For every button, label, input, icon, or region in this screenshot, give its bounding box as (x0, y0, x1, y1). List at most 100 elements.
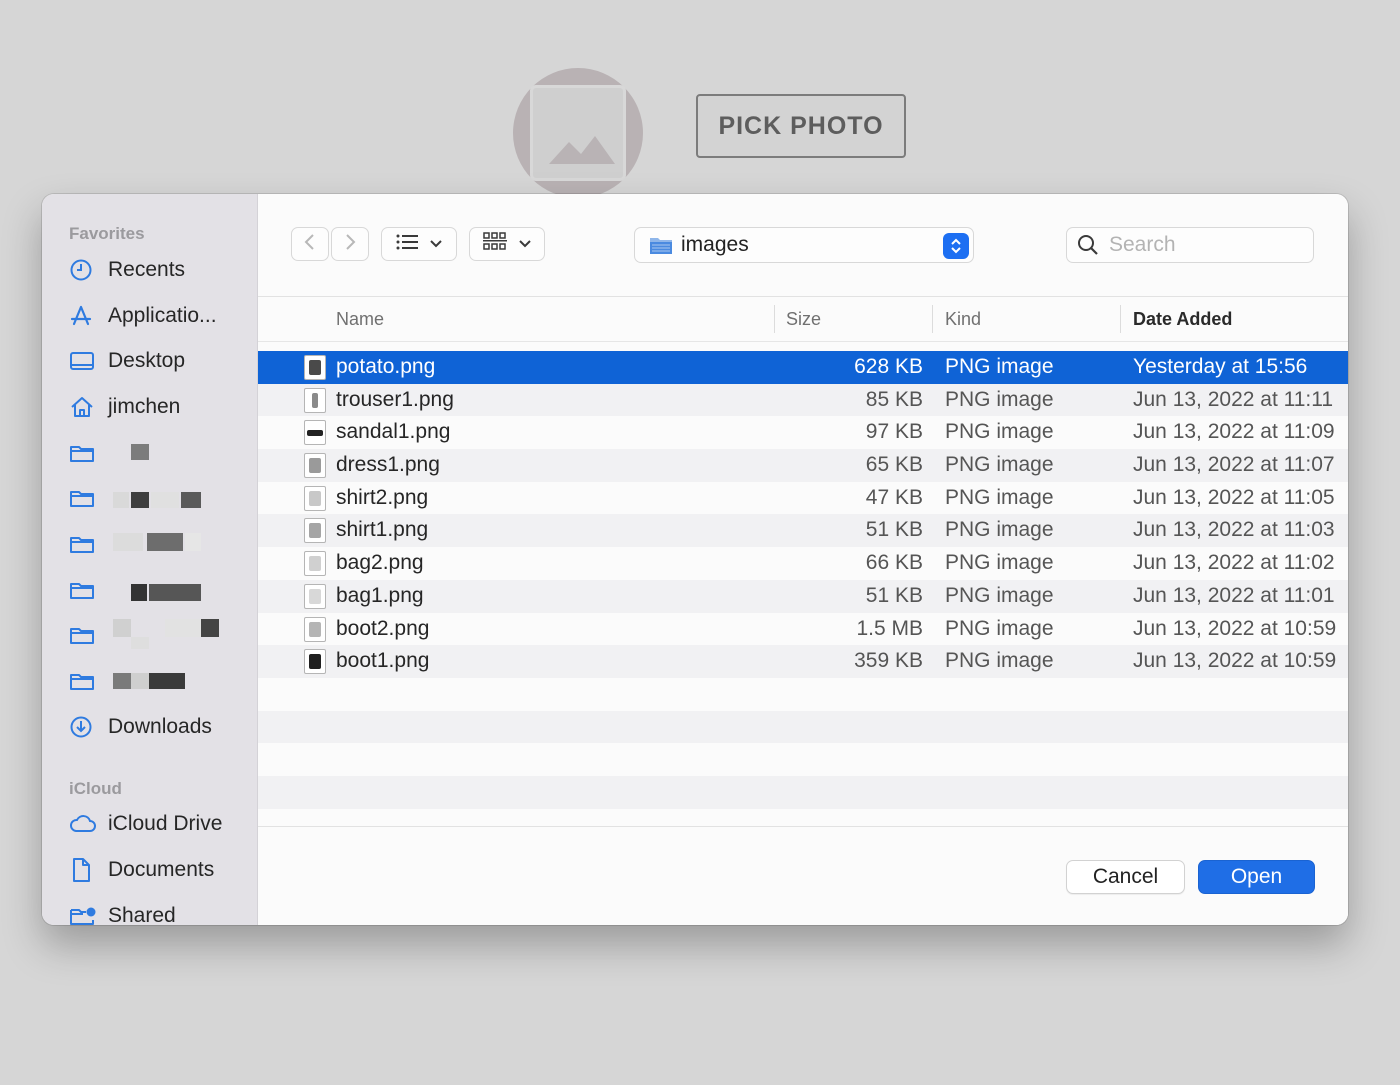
file-date: Jun 13, 2022 at 11:01 (1133, 583, 1335, 607)
file-row[interactable]: shirt1.png 51 KB PNG image Jun 13, 2022 … (258, 514, 1348, 548)
column-name[interactable]: Name (336, 309, 384, 330)
search-input[interactable] (1109, 233, 1299, 257)
chevron-down-icon (430, 235, 442, 253)
sidebar-item-label: Documents (108, 858, 215, 881)
sidebar-item-applications[interactable]: Applicatio... (69, 300, 254, 332)
file-row[interactable]: shirt2.png 47 KB PNG image Jun 13, 2022 … (258, 482, 1348, 515)
file-row[interactable]: potato.png 628 KB PNG image Yesterday at… (258, 351, 1348, 384)
folder-icon (69, 485, 99, 511)
blurred-label (131, 444, 149, 460)
desktop-icon (69, 348, 99, 374)
png-thumbnail-icon (304, 420, 326, 446)
file-kind: PNG image (945, 453, 1054, 477)
blurred-label (131, 492, 149, 508)
sidebar-item-home[interactable]: jimchen (69, 391, 254, 423)
blurred-label (131, 673, 149, 689)
column-kind[interactable]: Kind (945, 309, 981, 330)
back-button[interactable] (291, 227, 329, 261)
blurred-label (181, 492, 201, 508)
open-button[interactable]: Open (1198, 860, 1315, 894)
column-date-added[interactable]: Date Added (1133, 309, 1232, 330)
pick-photo-button[interactable]: PICK PHOTO (696, 94, 906, 158)
cancel-button[interactable]: Cancel (1066, 860, 1185, 894)
forward-button[interactable] (331, 227, 369, 261)
file-size: 1.5 MB (856, 616, 923, 640)
png-thumbnail-icon (304, 485, 326, 511)
list-view-button[interactable] (381, 227, 457, 261)
home-icon (69, 394, 99, 420)
clock-icon (69, 257, 99, 283)
sidebar-item-shared[interactable]: Shared (69, 900, 254, 925)
file-kind: PNG image (945, 583, 1054, 607)
file-date: Jun 13, 2022 at 11:07 (1133, 453, 1335, 477)
sidebar-item-label: Recents (108, 258, 186, 281)
chevron-left-icon (303, 232, 317, 257)
file-row[interactable]: dress1.png 65 KB PNG image Jun 13, 2022 … (258, 449, 1348, 482)
file-name: shirt1.png (336, 518, 429, 542)
sidebar-item-folder[interactable] (69, 665, 254, 697)
open-file-dialog: Favorites Recents Applicatio... Desktop … (42, 194, 1348, 925)
dialog-footer: Cancel Open (258, 826, 1348, 925)
file-name: boot1.png (336, 649, 430, 673)
file-row[interactable]: bag1.png 51 KB PNG image Jun 13, 2022 at… (258, 579, 1348, 613)
empty-row (258, 678, 1348, 711)
sidebar-item-folder[interactable] (69, 482, 254, 514)
image-placeholder-icon (530, 85, 626, 181)
blurred-label (113, 492, 129, 508)
blurred-label (151, 492, 179, 508)
empty-row (258, 710, 1348, 744)
favorites-header: Favorites (69, 224, 145, 243)
list-view-icon (396, 234, 418, 255)
blurred-label (113, 533, 143, 551)
sidebar-item-recents[interactable]: Recents (69, 254, 254, 286)
blurred-label (149, 584, 201, 601)
file-date: Jun 13, 2022 at 11:11 (1133, 387, 1334, 411)
blurred-label (185, 533, 201, 551)
file-size: 51 KB (865, 518, 923, 542)
blurred-label (131, 584, 147, 601)
sidebar-item-folder[interactable] (69, 619, 254, 651)
file-name: trouser1.png (336, 387, 454, 411)
column-divider[interactable] (932, 305, 933, 333)
folder-icon (69, 622, 99, 648)
sidebar-item-label: Applicatio... (108, 304, 217, 327)
sidebar-item-documents[interactable]: Documents (69, 854, 254, 886)
file-name: bag2.png (336, 551, 424, 575)
search-icon (1077, 234, 1099, 256)
search-field[interactable] (1066, 227, 1314, 263)
grid-view-icon (483, 231, 507, 257)
sidebar-item-icloud-drive[interactable]: iCloud Drive (69, 808, 254, 840)
shared-folder-icon (69, 903, 99, 925)
file-name: bag1.png (336, 583, 424, 607)
file-size: 359 KB (854, 649, 923, 673)
file-row[interactable]: sandal1.png 97 KB PNG image Jun 13, 2022… (258, 416, 1348, 449)
file-date: Yesterday at 15:56 (1133, 355, 1308, 378)
file-size: 97 KB (865, 420, 923, 444)
location-popup[interactable]: images (634, 227, 974, 263)
sidebar-item-folder[interactable] (69, 528, 254, 560)
photo-avatar (513, 68, 643, 198)
file-date: Jun 13, 2022 at 11:03 (1133, 518, 1335, 542)
file-name: boot2.png (336, 616, 430, 640)
column-size[interactable]: Size (786, 309, 821, 330)
sidebar-item-label: Downloads (108, 715, 212, 738)
sidebar-item-folder[interactable] (69, 574, 254, 606)
group-view-button[interactable] (469, 227, 545, 261)
file-row[interactable]: boot1.png 359 KB PNG image Jun 13, 2022 … (258, 645, 1348, 678)
column-divider[interactable] (1120, 305, 1121, 333)
file-size: 85 KB (865, 387, 923, 411)
sidebar: Favorites Recents Applicatio... Desktop … (42, 194, 258, 925)
file-row[interactable]: bag2.png 66 KB PNG image Jun 13, 2022 at… (258, 547, 1348, 580)
applications-icon (69, 303, 99, 329)
location-label: images (681, 233, 749, 256)
sidebar-item-folder[interactable] (69, 437, 254, 469)
blurred-label (113, 673, 131, 689)
file-name: dress1.png (336, 453, 440, 477)
sidebar-item-downloads[interactable]: Downloads (69, 711, 254, 743)
file-date: Jun 13, 2022 at 11:09 (1133, 420, 1335, 444)
file-row[interactable]: trouser1.png 85 KB PNG image Jun 13, 202… (258, 383, 1348, 417)
sidebar-item-desktop[interactable]: Desktop (69, 345, 254, 377)
png-thumbnail-icon (304, 453, 326, 479)
column-divider[interactable] (774, 305, 775, 333)
file-row[interactable]: boot2.png 1.5 MB PNG image Jun 13, 2022 … (258, 613, 1348, 646)
